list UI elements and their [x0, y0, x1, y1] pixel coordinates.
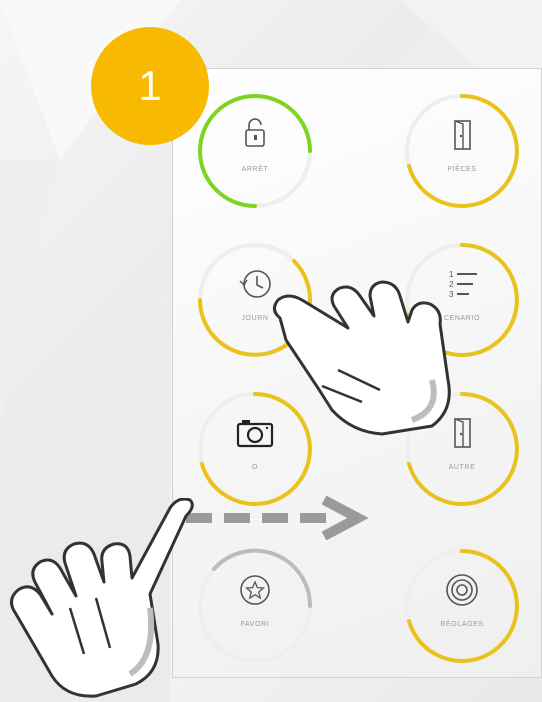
step-number-badge: 1: [91, 27, 209, 145]
hand-pointer-icon: [10, 498, 194, 698]
tile-favori[interactable]: FAVORI: [194, 545, 316, 667]
tile-label: PIÈCES: [447, 166, 477, 173]
swipe-right-arrow-icon: [186, 496, 369, 540]
tile-label: ARRÊT: [241, 166, 269, 173]
tile-label: AUTRE: [448, 464, 476, 471]
padlock-open-icon: [245, 118, 265, 147]
tile-pieces[interactable]: PIÈCES: [401, 90, 523, 212]
tile-arret[interactable]: ARRÊT: [194, 90, 316, 212]
star-icon: [240, 575, 270, 605]
tile-label: RÉGLAGES: [440, 621, 484, 628]
tile-reglages[interactable]: RÉGLAGES: [401, 545, 523, 667]
door-icon: [454, 120, 471, 150]
hand-pointer-icon: [273, 280, 451, 436]
tile-label: FAVORI: [240, 621, 270, 628]
tile-label: O: [251, 464, 259, 471]
settings-disc-icon: [446, 574, 478, 606]
